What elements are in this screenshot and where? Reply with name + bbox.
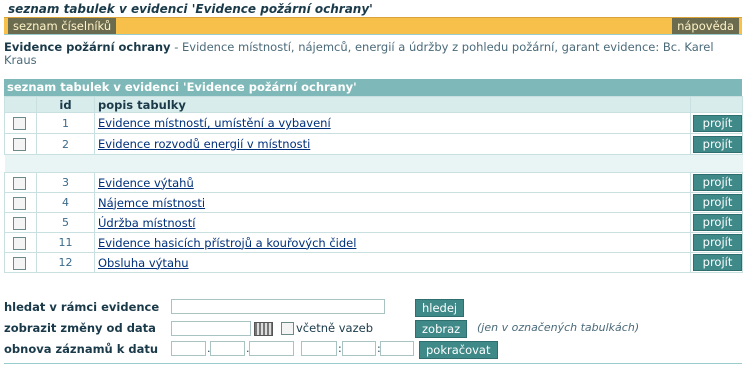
footer-divider <box>4 363 742 364</box>
row-link[interactable]: Evidence rozvodů energií v místnosti <box>95 137 310 151</box>
table-row: 5 Údržba místností projít <box>4 212 743 233</box>
search-button[interactable]: hledej <box>415 299 465 317</box>
changes-label: zobrazit změny od data <box>4 321 156 335</box>
restore-year-input[interactable] <box>249 341 294 356</box>
tables-panel: seznam tabulek v evidenci 'Evidence požá… <box>4 79 743 273</box>
row-id: 4 <box>36 192 95 213</box>
row-id: 2 <box>36 133 95 155</box>
search-label: hledat v rámci evidence <box>4 300 160 314</box>
restore-minute-input[interactable] <box>342 341 376 356</box>
row-link[interactable]: Evidence místností, umístění a vybavení <box>95 116 331 130</box>
row-id: 5 <box>36 212 95 233</box>
table-row: 2 Evidence rozvodů energií v místnosti p… <box>4 133 743 155</box>
restore-month-input[interactable] <box>210 341 245 356</box>
show-changes-button[interactable]: zobraz <box>415 320 468 338</box>
table-row: 11 Evidence hasicích přístrojů a kouřový… <box>4 232 743 253</box>
tables-panel-header: seznam tabulek v evidenci 'Evidence požá… <box>4 79 742 96</box>
column-header-description: popis tabulky <box>94 96 691 113</box>
row-link[interactable]: Údržba místností <box>95 216 195 230</box>
row-link[interactable]: Obsluha výtahu <box>95 256 189 270</box>
row-checkbox[interactable] <box>13 196 26 210</box>
go-button[interactable]: projít <box>693 174 742 191</box>
row-link[interactable]: Nájemce místnosti <box>95 196 205 210</box>
include-relations-checkbox[interactable] <box>281 322 294 335</box>
table-row: 1 Evidence místností, umístění a vybaven… <box>4 112 743 134</box>
tables-grid: id popis tabulky 1 Evidence místností, u… <box>4 96 743 273</box>
evidence-description: Evidence požární ochrany - Evidence míst… <box>4 41 734 67</box>
restore-second-input[interactable] <box>380 341 414 356</box>
go-button[interactable]: projít <box>693 234 742 251</box>
calendar-icon[interactable] <box>254 322 273 336</box>
group-separator <box>4 154 743 173</box>
row-id: 11 <box>36 232 95 253</box>
row-checkbox[interactable] <box>13 216 26 230</box>
codelists-button[interactable]: seznam číselníků <box>8 18 117 34</box>
column-header-row: id popis tabulky <box>4 96 743 113</box>
search-input[interactable] <box>171 299 385 314</box>
row-id: 12 <box>36 252 95 273</box>
go-button[interactable]: projít <box>693 254 742 271</box>
row-link[interactable]: Evidence výtahů <box>95 176 194 190</box>
evidence-name: Evidence požární ochrany <box>4 40 171 54</box>
row-checkbox[interactable] <box>13 138 26 151</box>
table-row: 12 Obsluha výtahu projít <box>4 252 743 273</box>
go-button[interactable]: projít <box>693 135 742 153</box>
top-toolbar: seznam číselníků nápověda <box>4 17 742 34</box>
row-checkbox[interactable] <box>13 236 26 250</box>
table-row: 4 Nájemce místnosti projít <box>4 192 743 213</box>
continue-button[interactable]: pokračovat <box>419 341 498 359</box>
changes-date-input[interactable] <box>171 321 251 336</box>
row-id: 1 <box>36 112 95 134</box>
changes-note: (jen v označených tabulkách) <box>477 321 640 334</box>
row-checkbox[interactable] <box>13 256 26 270</box>
include-relations-label: včetně vazeb <box>296 321 373 335</box>
row-link[interactable]: Evidence hasicích přístrojů a kouřových … <box>95 236 356 250</box>
row-checkbox[interactable] <box>13 117 26 130</box>
table-row: 3 Evidence výtahů projít <box>4 172 743 193</box>
column-header-select <box>4 96 37 113</box>
row-id: 3 <box>36 172 95 193</box>
go-button[interactable]: projít <box>693 194 742 211</box>
restore-label: obnova záznamů k datu <box>4 342 159 356</box>
help-button[interactable]: nápověda <box>672 18 739 34</box>
page-title: seznam tabulek v evidenci 'Evidence požá… <box>8 2 373 16</box>
column-header-action <box>690 96 743 113</box>
restore-hour-input[interactable] <box>301 341 337 356</box>
go-button[interactable]: projít <box>693 114 742 132</box>
restore-day-input[interactable] <box>171 341 206 356</box>
column-header-id: id <box>36 96 95 113</box>
row-checkbox[interactable] <box>13 176 26 190</box>
go-button[interactable]: projít <box>693 214 742 231</box>
divider <box>4 34 742 35</box>
